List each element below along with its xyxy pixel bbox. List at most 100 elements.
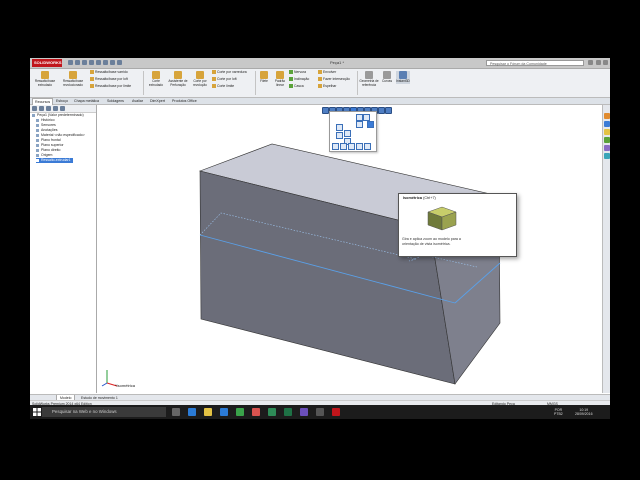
task-view-icon[interactable] bbox=[172, 408, 180, 416]
clock[interactable]: 10:19 28/09/2016 bbox=[575, 408, 593, 416]
custom-properties-icon[interactable] bbox=[604, 153, 610, 159]
loft-boss-button[interactable]: Ressalto/base por loft bbox=[90, 77, 128, 82]
undo-icon[interactable] bbox=[96, 60, 101, 65]
taskbar-search-input[interactable]: Pesquisar na Web e no Windows bbox=[42, 407, 166, 417]
normal-to-icon[interactable] bbox=[364, 143, 371, 150]
tab-dimxpert[interactable]: DimXpert bbox=[148, 98, 167, 104]
app-icon-2[interactable] bbox=[268, 408, 276, 416]
select-icon[interactable] bbox=[103, 60, 108, 65]
pin-icon[interactable] bbox=[356, 114, 363, 121]
appearances-icon[interactable] bbox=[604, 145, 610, 151]
solidworks-taskbar-icon[interactable] bbox=[332, 408, 340, 416]
lofted-cut-button[interactable]: Corte por loft bbox=[212, 77, 237, 82]
extrude-icon bbox=[41, 71, 49, 79]
rib-icon bbox=[289, 70, 293, 75]
boundary-boss-button[interactable]: Ressalto/base por limite bbox=[90, 84, 131, 89]
curves-button[interactable]: Curvas bbox=[380, 71, 394, 84]
four-view-icon[interactable] bbox=[348, 143, 355, 150]
reference-geometry-icon bbox=[365, 71, 373, 79]
reference-geometry-button[interactable]: Geometria de referência bbox=[359, 71, 379, 87]
hole-wizard-button[interactable]: Assistente de Perfuração bbox=[167, 71, 189, 87]
view-palette-icon[interactable] bbox=[604, 137, 610, 143]
draft-button[interactable]: Inclinação bbox=[289, 77, 309, 82]
chrome-icon[interactable] bbox=[236, 408, 244, 416]
instant3d-button[interactable]: Instant3D bbox=[396, 71, 410, 84]
boundary-cut-button[interactable]: Corte limite bbox=[212, 84, 234, 89]
fillet-button[interactable]: Filete bbox=[257, 71, 271, 84]
view-settings-icon[interactable] bbox=[385, 107, 392, 114]
store-icon[interactable] bbox=[220, 408, 228, 416]
wrap-button[interactable]: Envolver bbox=[318, 70, 336, 75]
isometric-tooltip: Isométrica (Ctrl+7) Gira e aplica zoom a… bbox=[398, 193, 517, 257]
design-library-icon[interactable] bbox=[604, 121, 610, 127]
close-icon[interactable] bbox=[603, 60, 608, 65]
swept-cut-button[interactable]: Corte por varredura bbox=[212, 70, 247, 75]
app-icon-3[interactable] bbox=[300, 408, 308, 416]
tree-item-boss-extrude[interactable]: Ressalto-extrudar1 bbox=[36, 158, 73, 163]
left-view-icon[interactable] bbox=[336, 132, 343, 139]
help-icon[interactable] bbox=[588, 60, 593, 65]
tooltip-text: Gira e aplica zoom ao modelo para a orie… bbox=[402, 237, 461, 246]
app-icon-4[interactable] bbox=[316, 408, 324, 416]
shell-button[interactable]: Casca bbox=[289, 84, 304, 89]
top-view-icon[interactable] bbox=[336, 124, 343, 131]
revolved-cut-icon bbox=[196, 71, 204, 79]
revolved-cut-button[interactable]: Corte por revolução bbox=[190, 71, 210, 87]
link-views-icon[interactable] bbox=[356, 143, 363, 150]
mirror-icon bbox=[318, 84, 322, 89]
new-icon[interactable] bbox=[68, 60, 73, 65]
tab-produtos-office[interactable]: Produtos Office bbox=[170, 98, 199, 104]
front-view-icon[interactable] bbox=[356, 121, 363, 128]
graphics-area[interactable]: Isométrica (Ctrl+7) Gira e aplica zoom a… bbox=[97, 105, 601, 393]
windows-taskbar: Pesquisar na Web e no Windows POR PTB2 10… bbox=[30, 405, 610, 419]
language-indicator[interactable]: POR PTB2 bbox=[554, 408, 563, 416]
isometric-view-icon[interactable] bbox=[367, 121, 374, 128]
windows-start-icon[interactable] bbox=[33, 408, 41, 416]
two-view-icon[interactable] bbox=[340, 143, 347, 150]
view-orientation-flyout bbox=[329, 111, 377, 152]
tab-soldagens[interactable]: Soldagens bbox=[105, 98, 126, 104]
mirror-button[interactable]: Espelhar bbox=[318, 84, 336, 89]
print-icon[interactable] bbox=[89, 60, 94, 65]
feature-tree-icon[interactable] bbox=[32, 106, 37, 111]
apply-scene-icon[interactable] bbox=[378, 107, 385, 114]
extrude-feature-icon bbox=[36, 158, 39, 162]
options-icon[interactable] bbox=[117, 60, 122, 65]
plane-icon bbox=[36, 138, 39, 142]
single-view-icon[interactable] bbox=[332, 143, 339, 150]
resources-icon[interactable] bbox=[604, 113, 610, 119]
tab-esboco[interactable]: Esboço bbox=[54, 98, 70, 104]
property-manager-icon[interactable] bbox=[39, 106, 44, 111]
revolved-boss-button[interactable]: Ressalto/base revolucionado bbox=[59, 71, 87, 87]
linear-pattern-button[interactable]: Padrão linear bbox=[272, 71, 288, 87]
dimxpert-icon[interactable] bbox=[53, 106, 58, 111]
right-view-icon[interactable] bbox=[344, 130, 351, 137]
rebuild-icon[interactable] bbox=[110, 60, 115, 65]
app-icon-1[interactable] bbox=[252, 408, 260, 416]
plane-icon bbox=[36, 148, 39, 152]
tab-chapa-metalica[interactable]: Chapa metálica bbox=[72, 98, 101, 104]
boundary-icon bbox=[90, 84, 94, 89]
excel-icon[interactable] bbox=[284, 408, 292, 416]
swept-boss-button[interactable]: Ressalto/base varrido bbox=[90, 70, 128, 75]
open-icon[interactable] bbox=[75, 60, 80, 65]
edge-icon[interactable] bbox=[188, 408, 196, 416]
intersect-button[interactable]: Fazer intersecção bbox=[318, 77, 350, 82]
extruded-cut-button[interactable]: Corte extrudado bbox=[146, 71, 166, 87]
hole-icon bbox=[174, 71, 182, 79]
app-logo[interactable]: SOLIDWORKS bbox=[32, 59, 62, 67]
rib-button[interactable]: Nervura bbox=[289, 70, 306, 75]
minimize-icon[interactable] bbox=[596, 60, 601, 65]
annotation-icon bbox=[36, 128, 39, 132]
tab-recursos[interactable]: Recursos bbox=[32, 98, 54, 105]
save-icon[interactable] bbox=[82, 60, 87, 65]
configuration-icon[interactable] bbox=[46, 106, 51, 111]
extruded-boss-button[interactable]: Ressalto/base extrudado bbox=[32, 71, 58, 87]
view-selector-icon[interactable] bbox=[363, 114, 370, 121]
community-search-input[interactable]: Pesquisar o Fórum da Comunidade bbox=[486, 60, 584, 66]
zoom-to-fit-icon[interactable] bbox=[322, 107, 329, 114]
display-manager-icon[interactable] bbox=[60, 106, 65, 111]
file-explorer-icon[interactable] bbox=[604, 129, 610, 135]
tab-avaliar[interactable]: Avaliar bbox=[130, 98, 145, 104]
file-explorer-taskbar-icon[interactable] bbox=[204, 408, 212, 416]
